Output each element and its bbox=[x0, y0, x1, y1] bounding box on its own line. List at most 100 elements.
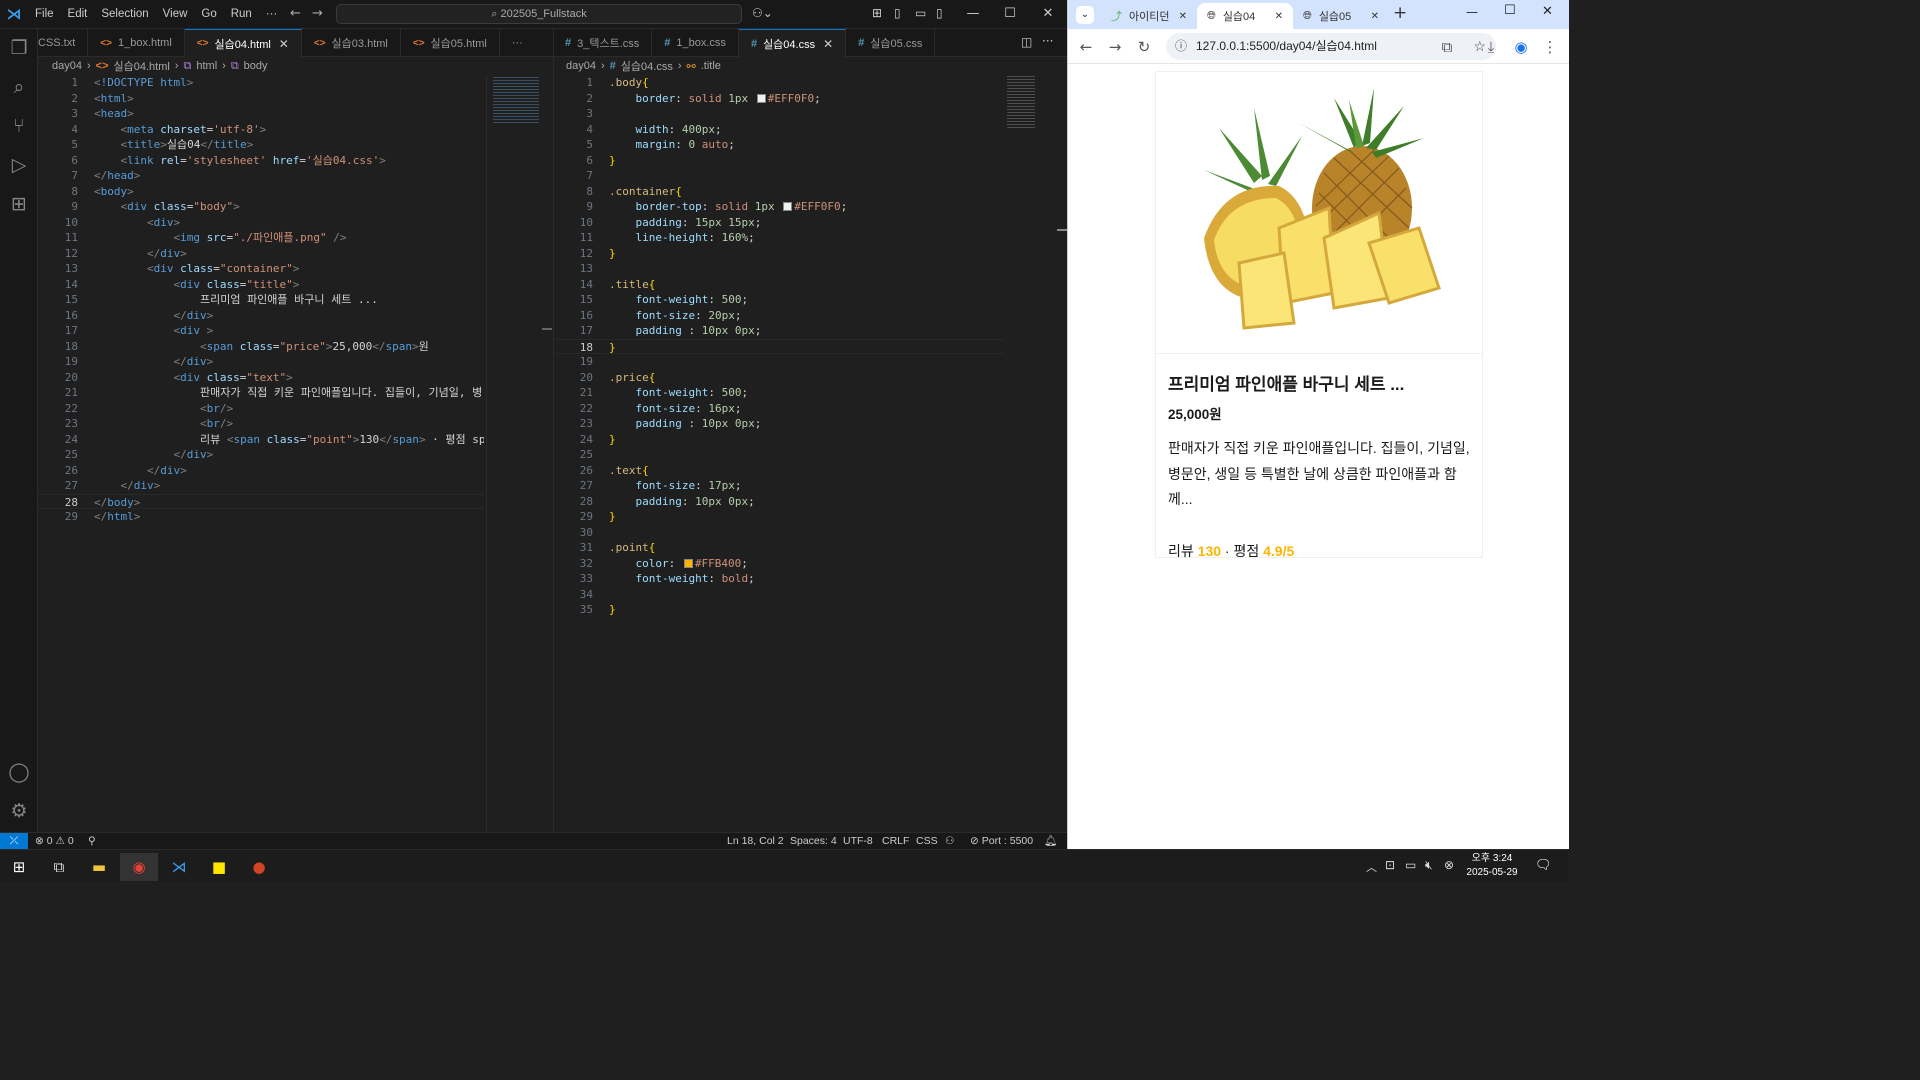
code-line[interactable]: 11 <img src="./파인애플.png" /> bbox=[38, 230, 484, 246]
css-code-editor[interactable]: 1 .body{2 border: solid 1px #EFF0F0; 3 4 wi… bbox=[553, 75, 1005, 832]
minimize-icon[interactable]: — bbox=[1466, 5, 1478, 19]
close-tab-icon[interactable]: ✕ bbox=[1179, 11, 1187, 22]
code-line[interactable]: 10 <div> bbox=[38, 215, 484, 231]
browser-tab-practice04[interactable]: 🌐︎ 실습04 ✕ bbox=[1197, 3, 1293, 29]
notification-center-icon[interactable]: 🗨︎ bbox=[1535, 858, 1552, 873]
forward-arrow-icon[interactable]: → bbox=[312, 6, 323, 21]
close-icon[interactable]: ✕ bbox=[1542, 4, 1553, 19]
code-line[interactable]: 29} bbox=[553, 509, 1005, 525]
back-arrow-icon[interactable]: ← bbox=[1076, 37, 1096, 57]
menu-selection[interactable]: Selection bbox=[94, 8, 155, 20]
more-tabs-icon[interactable]: ··· bbox=[500, 29, 535, 57]
maximize-icon[interactable]: ☐ bbox=[1504, 3, 1516, 18]
chrome-menu-icon[interactable]: ⋮ bbox=[1540, 37, 1560, 57]
code-line[interactable]: 26 </div> bbox=[38, 463, 484, 479]
code-line[interactable]: 18} bbox=[553, 338, 1005, 354]
code-line[interactable]: 9 <div class="body"> bbox=[38, 199, 484, 215]
code-line[interactable]: 31 .point{ bbox=[553, 540, 1005, 556]
tab-css-txt[interactable]: CSS.txt bbox=[38, 29, 89, 57]
indentation[interactable]: Spaces: 4 bbox=[790, 833, 837, 849]
code-line[interactable]: 7 </head> bbox=[38, 168, 484, 184]
code-line[interactable]: 2 border: solid 1px #EFF0F0; bbox=[553, 91, 1005, 107]
tab-search-icon[interactable]: ⌄ bbox=[1076, 6, 1094, 24]
reload-icon[interactable]: ↻ bbox=[1134, 37, 1154, 57]
copilot-status-icon[interactable]: ⚇ bbox=[945, 833, 954, 849]
code-line[interactable]: 17 <div > bbox=[38, 323, 484, 339]
code-line[interactable]: 3 bbox=[553, 106, 1005, 122]
code-line[interactable]: 4 <meta charset='utf-8'> bbox=[38, 122, 484, 138]
menu-run[interactable]: Run bbox=[224, 8, 259, 20]
code-line[interactable]: 18 <span class="price">25,000</span>원 bbox=[38, 339, 484, 355]
menu-go[interactable]: Go bbox=[194, 8, 223, 20]
tab-practice05-css[interactable]: # 실습05.css bbox=[846, 29, 936, 57]
browser-tab-practice05[interactable]: 🌐︎ 실습05 ✕ bbox=[1293, 3, 1389, 29]
source-control-icon[interactable]: ⑂ bbox=[7, 114, 31, 138]
code-line[interactable]: 16 font-size: 20px; bbox=[553, 308, 1005, 324]
breadcrumb-selector[interactable]: .title bbox=[701, 60, 721, 72]
code-line[interactable]: 21 판매자가 직접 키운 파인애플입니다. 집들이, 기념일, 병 bbox=[38, 385, 484, 401]
code-line[interactable]: 32 color: #FFB400; bbox=[553, 556, 1005, 572]
code-line[interactable]: 27 font-size: 17px; bbox=[553, 478, 1005, 494]
profile-icon[interactable]: ◉ bbox=[1511, 37, 1531, 57]
code-line[interactable]: 1 <!DOCTYPE html> bbox=[38, 75, 484, 91]
close-tab-icon[interactable]: ✕ bbox=[1275, 11, 1283, 22]
run-debug-icon[interactable]: ▷ bbox=[7, 153, 31, 177]
task-view-icon[interactable]: ⧉ bbox=[40, 853, 78, 881]
tab-1-box-css[interactable]: # 1_box.css bbox=[652, 29, 739, 57]
code-line[interactable]: 12} bbox=[553, 246, 1005, 262]
close-tab-icon[interactable]: ✕ bbox=[279, 37, 289, 51]
code-line[interactable]: 28 padding: 10px 0px; bbox=[553, 494, 1005, 510]
code-line[interactable]: 35} bbox=[553, 602, 1005, 618]
site-info-icon[interactable]: ⓘ bbox=[1175, 33, 1187, 60]
code-line[interactable]: 14 .title{ bbox=[553, 277, 1005, 293]
code-line[interactable]: 6 <link rel='stylesheet' href='실습04.css'… bbox=[38, 153, 484, 169]
live-server-port[interactable]: ⊘ Port : 5500 bbox=[970, 833, 1033, 849]
code-line[interactable]: 3 <head> bbox=[38, 106, 484, 122]
code-line[interactable]: 23 <br/> bbox=[38, 416, 484, 432]
volume-muted-icon[interactable]: 🔇︎ bbox=[1425, 858, 1433, 873]
new-tab-button[interactable]: + bbox=[1393, 3, 1407, 23]
close-tab-icon[interactable]: ✕ bbox=[1371, 11, 1379, 22]
code-line[interactable]: 28 </body> bbox=[38, 493, 484, 509]
settings-gear-icon[interactable]: ⚙ bbox=[7, 799, 31, 823]
meet-now-icon[interactable]: ⊡ bbox=[1385, 858, 1395, 872]
code-line[interactable]: 1 .body{ bbox=[553, 75, 1005, 91]
menu-edit[interactable]: Edit bbox=[61, 8, 95, 20]
tab-practice05-html[interactable]: <> 실습05.html bbox=[401, 29, 500, 57]
code-line[interactable]: 16 </div> bbox=[38, 308, 484, 324]
network-icon[interactable]: ▭ bbox=[1405, 858, 1416, 872]
clock[interactable]: 오후 3:24 2025-05-29 bbox=[1460, 852, 1524, 880]
breadcrumb-body[interactable]: body bbox=[244, 60, 268, 72]
code-line[interactable]: 19 bbox=[553, 354, 1005, 370]
code-line[interactable]: 19 </div> bbox=[38, 354, 484, 370]
code-line[interactable]: 10 padding: 15px 15px; bbox=[553, 215, 1005, 231]
code-line[interactable]: 25 bbox=[553, 447, 1005, 463]
code-line[interactable]: 11 line-height: 160%; bbox=[553, 230, 1005, 246]
breadcrumb-file[interactable]: 실습04.html bbox=[114, 58, 170, 74]
ports-icon[interactable]: ⚲ bbox=[88, 833, 96, 849]
split-editor-icon[interactable]: ◫ bbox=[1021, 35, 1032, 49]
file-explorer-icon[interactable]: ▬ bbox=[80, 853, 118, 881]
code-line[interactable]: 33 font-weight: bold; bbox=[553, 571, 1005, 587]
windows-start-icon[interactable]: ⊞ bbox=[0, 853, 38, 881]
close-tab-icon[interactable]: ✕ bbox=[823, 37, 833, 51]
code-line[interactable]: 20 .price{ bbox=[553, 370, 1005, 386]
minimize-icon[interactable]: — bbox=[954, 0, 992, 29]
code-line[interactable]: 13 bbox=[553, 261, 1005, 277]
language-icon[interactable]: ⊗ bbox=[1444, 858, 1454, 872]
toggle-sidebar-icon[interactable]: ▯ bbox=[894, 6, 901, 20]
vscode-icon[interactable]: ⋊ bbox=[160, 853, 198, 881]
notifications-bell-icon[interactable]: 🔔︎ bbox=[1044, 833, 1057, 849]
code-line[interactable]: 22 <br/> bbox=[38, 401, 484, 417]
code-line[interactable]: 8 .container{ bbox=[553, 184, 1005, 200]
code-line[interactable]: 24} bbox=[553, 432, 1005, 448]
layout-customize-icon[interactable]: ⊞ bbox=[872, 6, 882, 20]
code-line[interactable]: 21 font-weight: 500; bbox=[553, 385, 1005, 401]
copilot-icon[interactable]: ⚇⌄ bbox=[752, 6, 773, 20]
code-line[interactable]: 7 bbox=[553, 168, 1005, 184]
code-line[interactable]: 23 padding : 10px 0px; bbox=[553, 416, 1005, 432]
search-icon[interactable]: ⌕ bbox=[7, 75, 31, 99]
code-line[interactable]: 4 width: 400px; bbox=[553, 122, 1005, 138]
minimap[interactable] bbox=[1005, 75, 1067, 832]
tab-practice04-css[interactable]: # 실습04.css ✕ bbox=[738, 29, 847, 57]
